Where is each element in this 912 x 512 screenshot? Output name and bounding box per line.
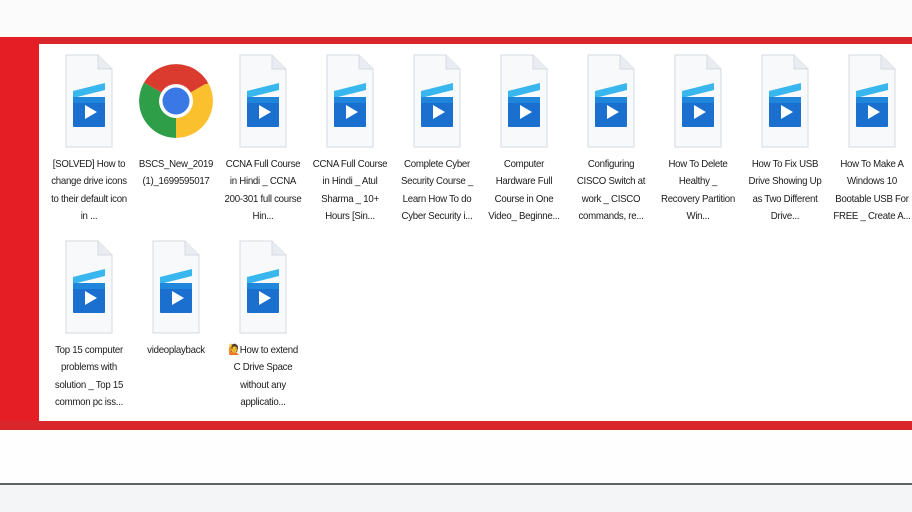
- empty-area: [0, 430, 912, 484]
- file-item[interactable]: [SOLVED] How to change drive icons to th…: [45, 48, 132, 234]
- video-file-icon: [65, 54, 112, 148]
- file-icon-wrap: [828, 48, 912, 154]
- file-icon-wrap: [654, 48, 741, 154]
- file-name: CCNA Full Course in Hindi _ CCNA 200-301…: [224, 158, 301, 222]
- file-item[interactable]: 🙋How to extend C Drive Space without any…: [219, 234, 306, 420]
- highlight-frame-left: [0, 37, 39, 430]
- video-file-icon: [239, 240, 286, 334]
- file-item[interactable]: Complete Cyber Security Course _ Learn H…: [393, 48, 480, 234]
- file-icon-wrap: [567, 48, 654, 154]
- file-name: 🙋How to extend C Drive Space without any…: [227, 344, 298, 408]
- file-name: Top 15 computer problems with solution _…: [54, 344, 123, 408]
- file-item[interactable]: Configuring CISCO Switch at work _ CISCO…: [567, 48, 654, 234]
- file-icon-wrap: [219, 48, 306, 154]
- file-icon-wrap: [741, 48, 828, 154]
- highlight-frame-bottom: [0, 421, 912, 430]
- file-icon-wrap: [219, 234, 306, 340]
- file-name: Computer Hardware Full Course in One Vid…: [487, 158, 560, 222]
- file-grid: [SOLVED] How to change drive icons to th…: [45, 48, 912, 420]
- file-name: Complete Cyber Security Course _ Learn H…: [400, 158, 473, 222]
- file-icon-wrap: [45, 234, 132, 340]
- file-icon-wrap: [306, 48, 393, 154]
- video-file-icon: [239, 54, 286, 148]
- file-icon-wrap: [480, 48, 567, 154]
- file-name: Configuring CISCO Switch at work _ CISCO…: [576, 158, 645, 222]
- file-item[interactable]: How To Make A Windows 10 Bootable USB Fo…: [828, 48, 912, 234]
- video-file-icon: [674, 54, 721, 148]
- file-item[interactable]: videoplayback: [132, 234, 219, 420]
- video-file-icon: [413, 54, 460, 148]
- file-name: [SOLVED] How to change drive icons to th…: [50, 158, 127, 222]
- file-name: How To Make A Windows 10 Bootable USB Fo…: [832, 158, 911, 222]
- file-item[interactable]: Computer Hardware Full Course in One Vid…: [480, 48, 567, 234]
- video-file-icon: [500, 54, 547, 148]
- highlight-frame-top: [0, 37, 912, 44]
- video-file-icon: [848, 54, 895, 148]
- chrome-icon: [138, 64, 213, 138]
- file-icon-wrap: [132, 234, 219, 340]
- file-name: videoplayback: [146, 344, 205, 356]
- file-name: BSCS_New_2019 (1)_1699595017: [138, 158, 213, 188]
- file-icon-wrap: [45, 48, 132, 154]
- video-file-icon: [65, 240, 112, 334]
- file-item[interactable]: BSCS_New_2019 (1)_1699595017: [132, 48, 219, 234]
- file-icon-wrap: [132, 48, 219, 154]
- video-file-icon: [326, 54, 373, 148]
- file-item[interactable]: CCNA Full Course in Hindi _ Atul Sharma …: [306, 48, 393, 234]
- footer-strip: [0, 485, 912, 512]
- file-item[interactable]: How To Delete Healthy _ Recovery Partiti…: [654, 48, 741, 234]
- file-item[interactable]: Top 15 computer problems with solution _…: [45, 234, 132, 420]
- file-item[interactable]: How To Fix USB Drive Showing Up as Two D…: [741, 48, 828, 234]
- file-name: How To Fix USB Drive Showing Up as Two D…: [748, 158, 821, 222]
- file-name: CCNA Full Course in Hindi _ Atul Sharma …: [312, 158, 387, 222]
- file-list-pane: [SOLVED] How to change drive icons to th…: [39, 44, 912, 421]
- file-name: How To Delete Healthy _ Recovery Partiti…: [660, 158, 735, 222]
- file-item[interactable]: CCNA Full Course in Hindi _ CCNA 200-301…: [219, 48, 306, 234]
- top-strip: [0, 0, 912, 38]
- video-file-icon: [761, 54, 808, 148]
- video-file-icon: [587, 54, 634, 148]
- video-file-icon: [152, 240, 199, 334]
- file-icon-wrap: [393, 48, 480, 154]
